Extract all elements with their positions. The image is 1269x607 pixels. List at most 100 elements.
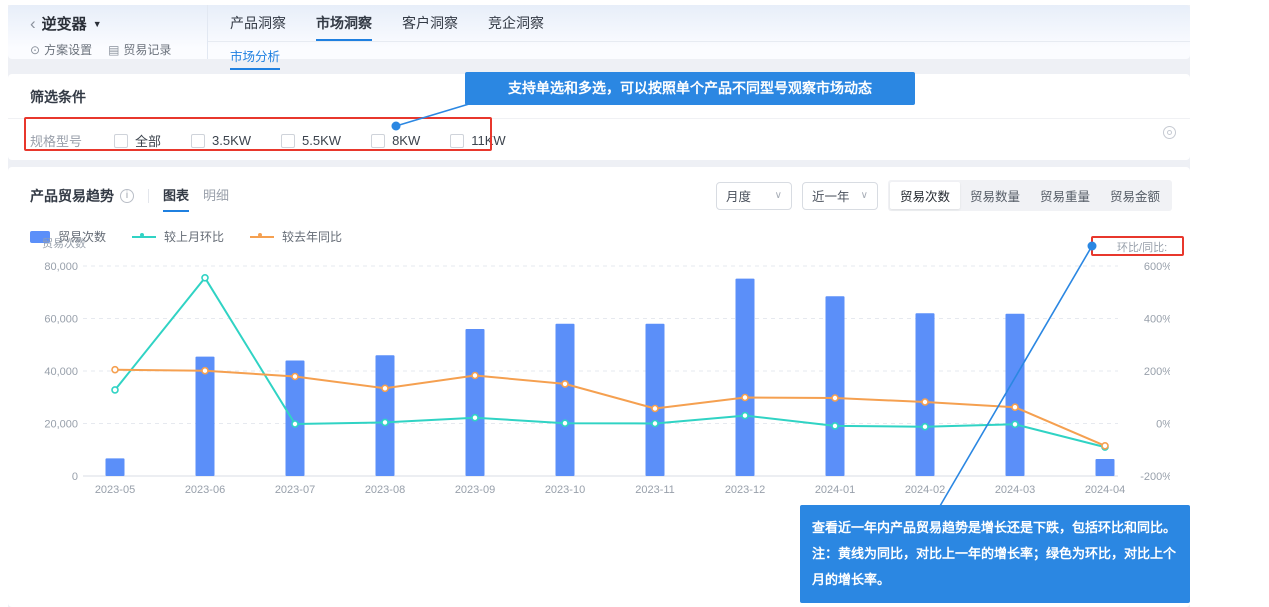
point-较去年同比-2024-02[interactable]	[922, 399, 928, 405]
info-icon[interactable]: i	[120, 189, 134, 203]
tooltip-line: 注：黄线为同比，对比上一年的增长率；绿色为环比，对比上个	[812, 541, 1178, 567]
checkbox-3-5kw[interactable]: 3.5KW	[191, 133, 251, 148]
point-较上月环比-2023-07[interactable]	[292, 421, 298, 427]
point-较上月环比-2024-01[interactable]	[832, 423, 838, 429]
filter-annotation-tooltip: 支持单选和多选，可以按照单个产品不同型号观察市场动态	[465, 72, 915, 105]
point-较上月环比-2024-03[interactable]	[1012, 421, 1018, 427]
metric-trade-weight[interactable]: 贸易重量	[1030, 182, 1100, 209]
point-较上月环比-2023-05[interactable]	[112, 387, 118, 393]
point-较去年同比-2023-10[interactable]	[562, 381, 568, 387]
bar-2023-05[interactable]	[106, 458, 125, 476]
checkbox-label: 全部	[135, 131, 161, 150]
product-title[interactable]: 逆变器	[42, 13, 87, 34]
caret-down-icon[interactable]: ▼	[93, 19, 102, 29]
point-较去年同比-2023-09[interactable]	[472, 373, 478, 379]
tab-customer-insight[interactable]: 客户洞察	[402, 13, 458, 41]
metric-trade-quantity[interactable]: 贸易数量	[960, 182, 1030, 209]
point-较上月环比-2023-12[interactable]	[742, 413, 748, 419]
range-select-value: 近一年	[812, 186, 850, 205]
period-select[interactable]: 月度 ∨	[716, 182, 792, 210]
point-较去年同比-2024-03[interactable]	[1012, 404, 1018, 410]
checkbox-all[interactable]: 全部	[114, 131, 161, 150]
point-较上月环比-2023-09[interactable]	[472, 415, 478, 421]
right-axis-tick: 400%	[1144, 314, 1170, 326]
top-header: ‹ 逆变器 ▼ ⊙ 方案设置 ▤ 贸易记录 产品洞察 市场洞察 客户洞察 竞	[8, 5, 1190, 59]
view-tab-chart[interactable]: 图表	[163, 185, 189, 212]
left-axis-tick: 40,000	[44, 366, 78, 378]
trend-title: 产品贸易趋势	[30, 186, 114, 206]
trend-chart[interactable]: 80,000600%60,000400%40,000200%20,0000%0-…	[28, 227, 1170, 499]
checkbox-box[interactable]	[114, 134, 128, 148]
x-axis-label: 2024-03	[995, 484, 1035, 496]
bar-2023-09[interactable]	[466, 329, 485, 476]
bar-2024-02[interactable]	[916, 313, 935, 476]
view-tab-detail[interactable]: 明细	[203, 185, 229, 212]
bar-2024-04[interactable]	[1096, 459, 1115, 476]
trade-records-label: 贸易记录	[123, 41, 171, 58]
left-axis-tick: 60,000	[44, 314, 78, 326]
back-icon[interactable]: ‹	[30, 14, 36, 34]
right-axis-tick: 0%	[1156, 419, 1170, 431]
x-axis-label: 2024-02	[905, 484, 945, 496]
checkbox-11kw[interactable]: 11KW	[450, 133, 505, 148]
x-axis-label: 2023-09	[455, 484, 495, 496]
left-axis-tick: 20,000	[44, 419, 78, 431]
point-较去年同比-2023-06[interactable]	[202, 368, 208, 374]
x-axis-label: 2023-05	[95, 484, 135, 496]
bar-2023-10[interactable]	[556, 324, 575, 476]
point-较去年同比-2023-05[interactable]	[112, 367, 118, 373]
tab-market-insight[interactable]: 市场洞察	[316, 13, 372, 41]
metric-segmented-control: 贸易次数 贸易数量 贸易重量 贸易金额	[888, 180, 1172, 211]
bar-2024-01[interactable]	[826, 296, 845, 476]
x-axis-label: 2023-11	[635, 484, 675, 496]
filter-settings-icon[interactable]	[1163, 126, 1176, 139]
x-axis-label: 2023-06	[185, 484, 225, 496]
checkbox-box[interactable]	[371, 134, 385, 148]
checkbox-label: 8KW	[392, 133, 420, 148]
bar-2023-08[interactable]	[376, 355, 395, 476]
point-较去年同比-2023-12[interactable]	[742, 395, 748, 401]
bar-2023-12[interactable]	[736, 279, 755, 476]
tab-product-insight[interactable]: 产品洞察	[230, 13, 286, 41]
range-select[interactable]: 近一年 ∨	[802, 182, 878, 210]
point-较上月环比-2023-06[interactable]	[202, 275, 208, 281]
point-较去年同比-2023-08[interactable]	[382, 385, 388, 391]
tab-competitor-insight[interactable]: 竞企洞察	[488, 13, 544, 41]
metric-trade-amount[interactable]: 贸易金额	[1100, 182, 1170, 209]
chevron-down-icon: ∨	[775, 190, 782, 201]
point-较去年同比-2024-01[interactable]	[832, 395, 838, 401]
point-较去年同比-2023-07[interactable]	[292, 374, 298, 380]
trade-records-link[interactable]: ▤ 贸易记录	[108, 41, 171, 58]
bar-2024-03[interactable]	[1006, 314, 1025, 476]
line-series-1[interactable]	[115, 370, 1105, 446]
period-select-value: 月度	[726, 186, 751, 205]
x-axis-label: 2023-10	[545, 484, 585, 496]
point-较上月环比-2023-10[interactable]	[562, 420, 568, 426]
plan-settings-link[interactable]: ⊙ 方案设置	[30, 41, 92, 58]
checkbox-label: 3.5KW	[212, 133, 251, 148]
point-较去年同比-2023-11[interactable]	[652, 406, 658, 412]
right-axis-title: 环比/同比: %	[1117, 241, 1170, 254]
point-较上月环比-2023-11[interactable]	[652, 421, 658, 427]
checkbox-label: 11KW	[471, 133, 505, 148]
point-较上月环比-2024-02[interactable]	[922, 424, 928, 430]
right-axis-tick: 200%	[1144, 366, 1170, 378]
metric-trade-count[interactable]: 贸易次数	[890, 182, 960, 209]
point-较上月环比-2023-08[interactable]	[382, 419, 388, 425]
tooltip-line: 月的增长率。	[812, 567, 1178, 593]
x-axis-label: 2023-08	[365, 484, 405, 496]
x-axis-label: 2023-07	[275, 484, 315, 496]
checkbox-8kw[interactable]: 8KW	[371, 133, 420, 148]
checkbox-box[interactable]	[191, 134, 205, 148]
tooltip-line: 查看近一年内产品贸易趋势是增长还是下跌，包括环比和同比。	[812, 515, 1178, 541]
left-axis-tick: 80,000	[44, 261, 78, 273]
subnav-market-analysis[interactable]: 市场分析	[230, 46, 280, 70]
line-series-0[interactable]	[115, 278, 1105, 447]
checkbox-label: 5.5KW	[302, 133, 341, 148]
checkbox-box[interactable]	[450, 134, 464, 148]
point-较去年同比-2024-04[interactable]	[1102, 443, 1108, 449]
checkbox-box[interactable]	[281, 134, 295, 148]
checkbox-5-5kw[interactable]: 5.5KW	[281, 133, 341, 148]
bar-2023-11[interactable]	[646, 324, 665, 476]
trend-annotation-tooltip: 查看近一年内产品贸易趋势是增长还是下跌，包括环比和同比。 注：黄线为同比，对比上…	[800, 505, 1190, 603]
